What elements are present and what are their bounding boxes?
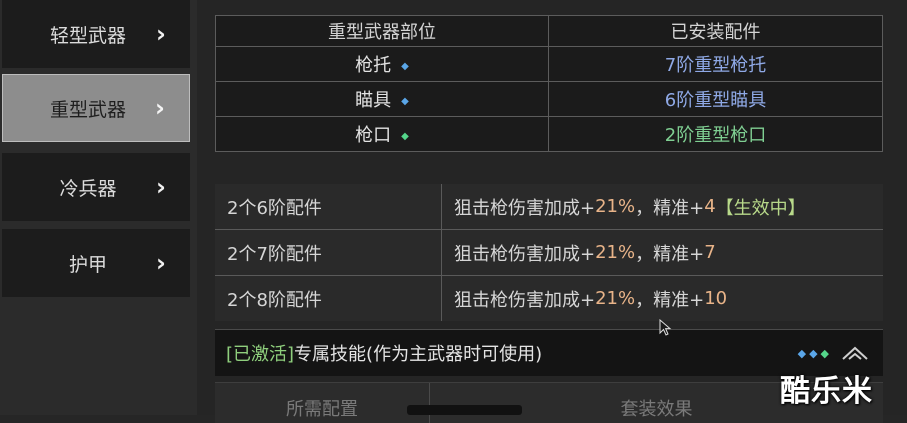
sidebar-item-label: 护甲: [68, 253, 107, 276]
column-header-slot: 重型武器部位: [215, 15, 549, 47]
bonus-effect: 狙击枪伤害加成+ 21% ，精准+ 4 【生效中】: [442, 184, 883, 229]
column-header-installed: 已安装配件: [548, 15, 883, 47]
chevron-right-icon: ›: [156, 249, 166, 277]
precision-value: 7: [704, 242, 716, 263]
parts-table: 重型武器部位 已安装配件 枪托 ◆ 7阶重型枪托 瞄具 ◆ 6阶重型瞄具 枪口 ◆ 2…: [215, 15, 883, 152]
gem-indicator: ◆ ◆ ◆: [798, 347, 829, 360]
table-header-row: 重型武器部位 已安装配件: [215, 15, 883, 47]
sidebar-item-melee[interactable]: 冷兵器 ›: [2, 153, 190, 221]
chevron-right-icon: ›: [156, 20, 166, 48]
table-row: 2个6阶配件 狙击枪伤害加成+ 21% ，精准+ 4 【生效中】: [215, 184, 883, 230]
table-row[interactable]: 瞄具 ◆ 6阶重型瞄具: [215, 81, 883, 117]
chevron-right-icon: ›: [156, 173, 166, 201]
slot-label: 瞄具: [355, 90, 392, 111]
table-row: 2个8阶配件 狙击枪伤害加成+ 21% ，精准+ 10: [215, 276, 883, 321]
slot-cell: 枪口 ◆: [215, 116, 549, 152]
precision-value: 4: [704, 196, 716, 217]
blue-gem-icon: ◆: [401, 95, 409, 107]
sidebar-item-light-weapons[interactable]: 轻型武器 ›: [2, 0, 190, 68]
bonus-condition: 2个7阶配件: [215, 230, 442, 275]
blue-gem-icon: ◆: [809, 346, 818, 360]
chevron-right-icon: ›: [155, 94, 165, 122]
slot-label: 枪口: [355, 125, 392, 146]
installed-part: 6阶重型瞄具: [548, 81, 883, 117]
blue-gem-icon: ◆: [797, 346, 807, 360]
sidebar-item-label: 重型武器: [49, 98, 126, 121]
sidebar-item-armor[interactable]: 护甲 ›: [2, 229, 190, 297]
active-status: 【生效中】: [715, 197, 806, 219]
sidebar-item-label: 轻型武器: [49, 24, 126, 47]
effect-text: ，精准+: [635, 197, 705, 219]
effect-text: 狙击枪伤害加成+: [454, 289, 596, 311]
mouse-cursor-icon: [659, 319, 672, 336]
slot-cell: 枪托 ◆: [215, 46, 549, 82]
table-row[interactable]: 枪托 ◆ 7阶重型枪托: [215, 46, 883, 82]
blue-gem-icon: ◆: [401, 60, 409, 72]
text-obscured: [407, 405, 522, 415]
collapse-icon[interactable]: [841, 343, 869, 363]
bonus-effect: 狙击枪伤害加成+ 21% ，精准+ 10: [442, 276, 883, 321]
slot-label: 枪托: [355, 55, 392, 76]
damage-value: 21%: [595, 288, 636, 309]
damage-value: 21%: [595, 196, 636, 217]
column-header-requirement: 所需配置: [215, 383, 430, 423]
main-panel: 重型武器部位 已安装配件 枪托 ◆ 7阶重型枪托 瞄具 ◆ 6阶重型瞄具 枪口 ◆ 2…: [197, 0, 907, 423]
green-gem-icon: ◆: [401, 130, 409, 142]
slot-cell: 瞄具 ◆: [215, 81, 549, 117]
precision-value: 10: [704, 288, 728, 309]
set-bonus-table: 2个6阶配件 狙击枪伤害加成+ 21% ，精准+ 4 【生效中】 2个7阶配件 狙击枪伤…: [215, 184, 883, 321]
watermark-logo: 酷乐米: [780, 374, 873, 409]
table-row: 2个7阶配件 狙击枪伤害加成+ 21% ，精准+ 7: [215, 230, 883, 276]
effect-text: 狙击枪伤害加成+: [454, 197, 596, 219]
bonus-effect: 狙击枪伤害加成+ 21% ，精准+ 7: [442, 230, 883, 275]
installed-part: 2阶重型枪口: [548, 116, 883, 152]
effect-text: 狙击枪伤害加成+: [454, 243, 596, 265]
table-row[interactable]: 枪口 ◆ 2阶重型枪口: [215, 116, 883, 152]
bonus-condition: 2个8阶配件: [215, 276, 442, 321]
skill-title: 专属技能(作为主武器时可使用): [294, 344, 543, 365]
effect-text: ，精准+: [635, 289, 705, 311]
skill-activated-tag: [已激活]: [226, 344, 295, 365]
damage-value: 21%: [595, 242, 636, 263]
bonus-condition: 2个6阶配件: [215, 184, 442, 229]
sidebar-item-heavy-weapons[interactable]: 重型武器 ›: [2, 74, 190, 142]
category-sidebar: 轻型武器 › 重型武器 › 冷兵器 › 护甲 ›: [0, 0, 197, 415]
green-gem-icon: ◆: [820, 346, 829, 360]
sidebar-item-label: 冷兵器: [59, 177, 117, 200]
effect-text: ，精准+: [635, 243, 705, 265]
installed-part: 7阶重型枪托: [548, 46, 883, 82]
